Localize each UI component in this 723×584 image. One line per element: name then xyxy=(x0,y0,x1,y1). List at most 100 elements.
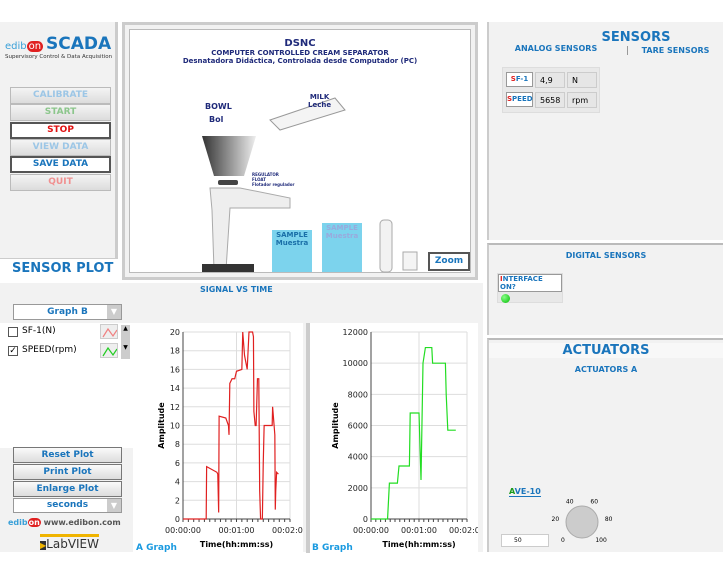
valve-stepper[interactable]: 50 xyxy=(501,534,549,547)
y-tick-label: 0 xyxy=(175,515,180,524)
y-axis-label: Amplitude xyxy=(157,402,166,449)
milk-label: MILK xyxy=(309,93,330,101)
milk-label-es: Leche xyxy=(308,101,332,109)
interface-led-icon xyxy=(501,294,510,303)
y-tick-label: 12 xyxy=(170,403,180,412)
sensors-panel: SENSORS ANALOG SENSORS TARE SENSORS SF-1… xyxy=(487,22,723,240)
time-units-select[interactable]: seconds ▼ xyxy=(13,498,122,513)
sensor-label: F-1 xyxy=(515,75,529,83)
sensor-value: 4,9 xyxy=(535,72,565,88)
graph-select-value: Graph B xyxy=(47,307,88,317)
valve-name: VE-10 xyxy=(514,487,541,496)
app-subtitle: Supervisory Control & Data Acquisition xyxy=(5,54,113,60)
y-tick-label: 2000 xyxy=(348,484,368,493)
y-axis-label: Amplitude xyxy=(331,402,340,449)
view-data-button[interactable]: VIEW DATA xyxy=(10,138,111,156)
y-tick-label: 10 xyxy=(170,422,180,431)
knob-tick-label: 40 xyxy=(566,499,574,506)
plot-legend: SF-1(N) ✓ SPEED(rpm) ▲ ▼ xyxy=(0,323,133,448)
scroll-up-icon: ▲ xyxy=(123,325,128,332)
interface-label: NTERFACE ON? xyxy=(500,275,543,291)
calibrate-button[interactable]: CALIBRATE xyxy=(10,87,111,104)
valve-value: 50 xyxy=(514,537,522,544)
y-tick-label: 12000 xyxy=(343,328,368,337)
plot-line-style-icon[interactable] xyxy=(100,324,118,339)
y-tick-label: 6000 xyxy=(348,422,368,431)
graph-a-container: 0 2 4 6 8 10 12 14 16 18 20 00:00:00 00:01:00 00:02:0… xyxy=(133,323,308,553)
chevron-down-icon: ▼ xyxy=(107,499,121,512)
y-tick-label: 2 xyxy=(175,496,180,505)
actuators-subtitle: ACTUATORS A xyxy=(574,365,638,374)
data-series-line xyxy=(371,346,456,520)
scroll-down-icon: ▼ xyxy=(123,344,128,351)
interface-indicator: INTERFACE ON? xyxy=(497,273,563,303)
valve-knob[interactable]: 0 20 40 60 80 100 xyxy=(544,490,619,554)
x-tick-label: 00:01:00 xyxy=(401,526,437,535)
save-data-button[interactable]: SAVE DATA xyxy=(10,156,111,174)
edibon-website: edibon www.edibon.com xyxy=(8,518,121,527)
analog-sensors-box: SF-1 4,9 N SPEED 5658 rpm xyxy=(502,67,600,113)
sample2-label: SAMPLE xyxy=(326,224,358,232)
tab-tare-sensors[interactable]: TARE SENSORS xyxy=(627,46,723,55)
plot-line-style-icon[interactable] xyxy=(100,343,118,358)
y-tick-label: 4 xyxy=(175,478,180,487)
sensor-unit: rpm xyxy=(567,92,597,108)
graph-b: 0 2000 4000 6000 8000 10000 12000 00:00:00 00:01… xyxy=(312,328,485,553)
graph-name-label: A Graph xyxy=(136,543,177,553)
website-text: www.edibon.com xyxy=(43,518,121,527)
reset-plot-button[interactable]: Reset Plot xyxy=(13,447,122,463)
sensor-name-0[interactable]: SF-1 xyxy=(506,72,533,87)
x-tick-label: 00:01:00 xyxy=(219,526,255,535)
sample1-label-es: Muestra xyxy=(275,239,309,247)
sensor-plot-title: SENSOR PLOT xyxy=(12,261,114,276)
digital-sensors-panel: DIGITAL SENSORS INTERFACE ON? xyxy=(487,243,723,335)
quit-button[interactable]: QUIT xyxy=(10,173,111,191)
knob-tick-label: 0 xyxy=(561,537,565,544)
plot-label: SPEED(rpm) xyxy=(22,345,77,355)
y-tick-label: 18 xyxy=(170,347,180,356)
y-tick-label: 20 xyxy=(170,328,180,337)
x-axis-label: Time(hh:mm:ss) xyxy=(382,540,455,549)
start-button[interactable]: START xyxy=(10,104,111,122)
enlarge-plot-button[interactable]: Enlarge Plot xyxy=(13,481,122,497)
sensor-value: 5658 xyxy=(535,92,565,108)
sensor-unit: N xyxy=(567,72,597,88)
sensor-name-1[interactable]: SPEED xyxy=(506,92,533,107)
plot-checkbox[interactable]: ✓ xyxy=(8,346,18,356)
y-tick-label: 8000 xyxy=(348,390,368,399)
plot-label: SF-1(N) xyxy=(22,326,56,336)
actuators-panel: ACTUATORS ACTUATORS A AVE-10 50 0 20 40 60 8… xyxy=(487,338,723,552)
sample2-label-es: Muestra xyxy=(325,232,359,240)
zoom-button[interactable]: Zoom xyxy=(428,252,470,271)
edibon-logo: edib on SCADA Supervisory Control & Data … xyxy=(5,34,115,60)
y-tick-label: 8 xyxy=(175,440,180,449)
y-tick-label: 4000 xyxy=(348,453,368,462)
labview-logo: ▶LabVIEW xyxy=(40,534,100,551)
knob-dial xyxy=(565,505,599,539)
stop-button[interactable]: STOP xyxy=(10,121,111,139)
sensor-plot-header: SENSOR PLOT xyxy=(0,258,118,280)
x-tick-label: 00:00:00 xyxy=(353,526,389,535)
y-tick-label: 6 xyxy=(175,459,180,468)
legend-scrollbar[interactable]: ▲ ▼ xyxy=(121,325,130,359)
diagram-canvas: DSNC COMPUTER CONTROLLED CREAM SEPARATOR… xyxy=(129,29,471,273)
sample1-label: SAMPLE xyxy=(276,231,308,239)
labview-text: LabVIEW xyxy=(46,537,100,551)
digital-sensors-title: DIGITAL SENSORS xyxy=(565,251,647,260)
graph-select[interactable]: Graph B ▼ xyxy=(13,304,122,320)
x-tick-label: 00:02:00 xyxy=(449,526,478,535)
valve-label: AVE-10 xyxy=(509,487,541,497)
graph-a: 0 2 4 6 8 10 12 14 16 18 20 00:00:00 00:01:00 00:02:0… xyxy=(136,328,308,553)
knob-tick-label: 100 xyxy=(595,537,607,544)
x-tick-label: 00:02:00 xyxy=(272,526,303,535)
y-tick-label: 16 xyxy=(170,365,180,374)
signal-vs-time-title: SIGNAL VS TIME xyxy=(200,285,273,294)
actuators-title: ACTUATORS xyxy=(489,343,723,358)
app-title: SCADA xyxy=(45,34,112,54)
knob-tick-label: 80 xyxy=(605,516,613,523)
tab-analog-sensors[interactable]: ANALOG SENSORS xyxy=(491,44,621,53)
print-plot-button[interactable]: Print Plot xyxy=(13,464,122,480)
plot-checkbox[interactable] xyxy=(8,327,18,337)
chevron-down-icon: ▼ xyxy=(107,305,121,319)
graph-b-container: 0 2000 4000 6000 8000 10000 12000 00:00:00 00:01… xyxy=(306,323,485,553)
